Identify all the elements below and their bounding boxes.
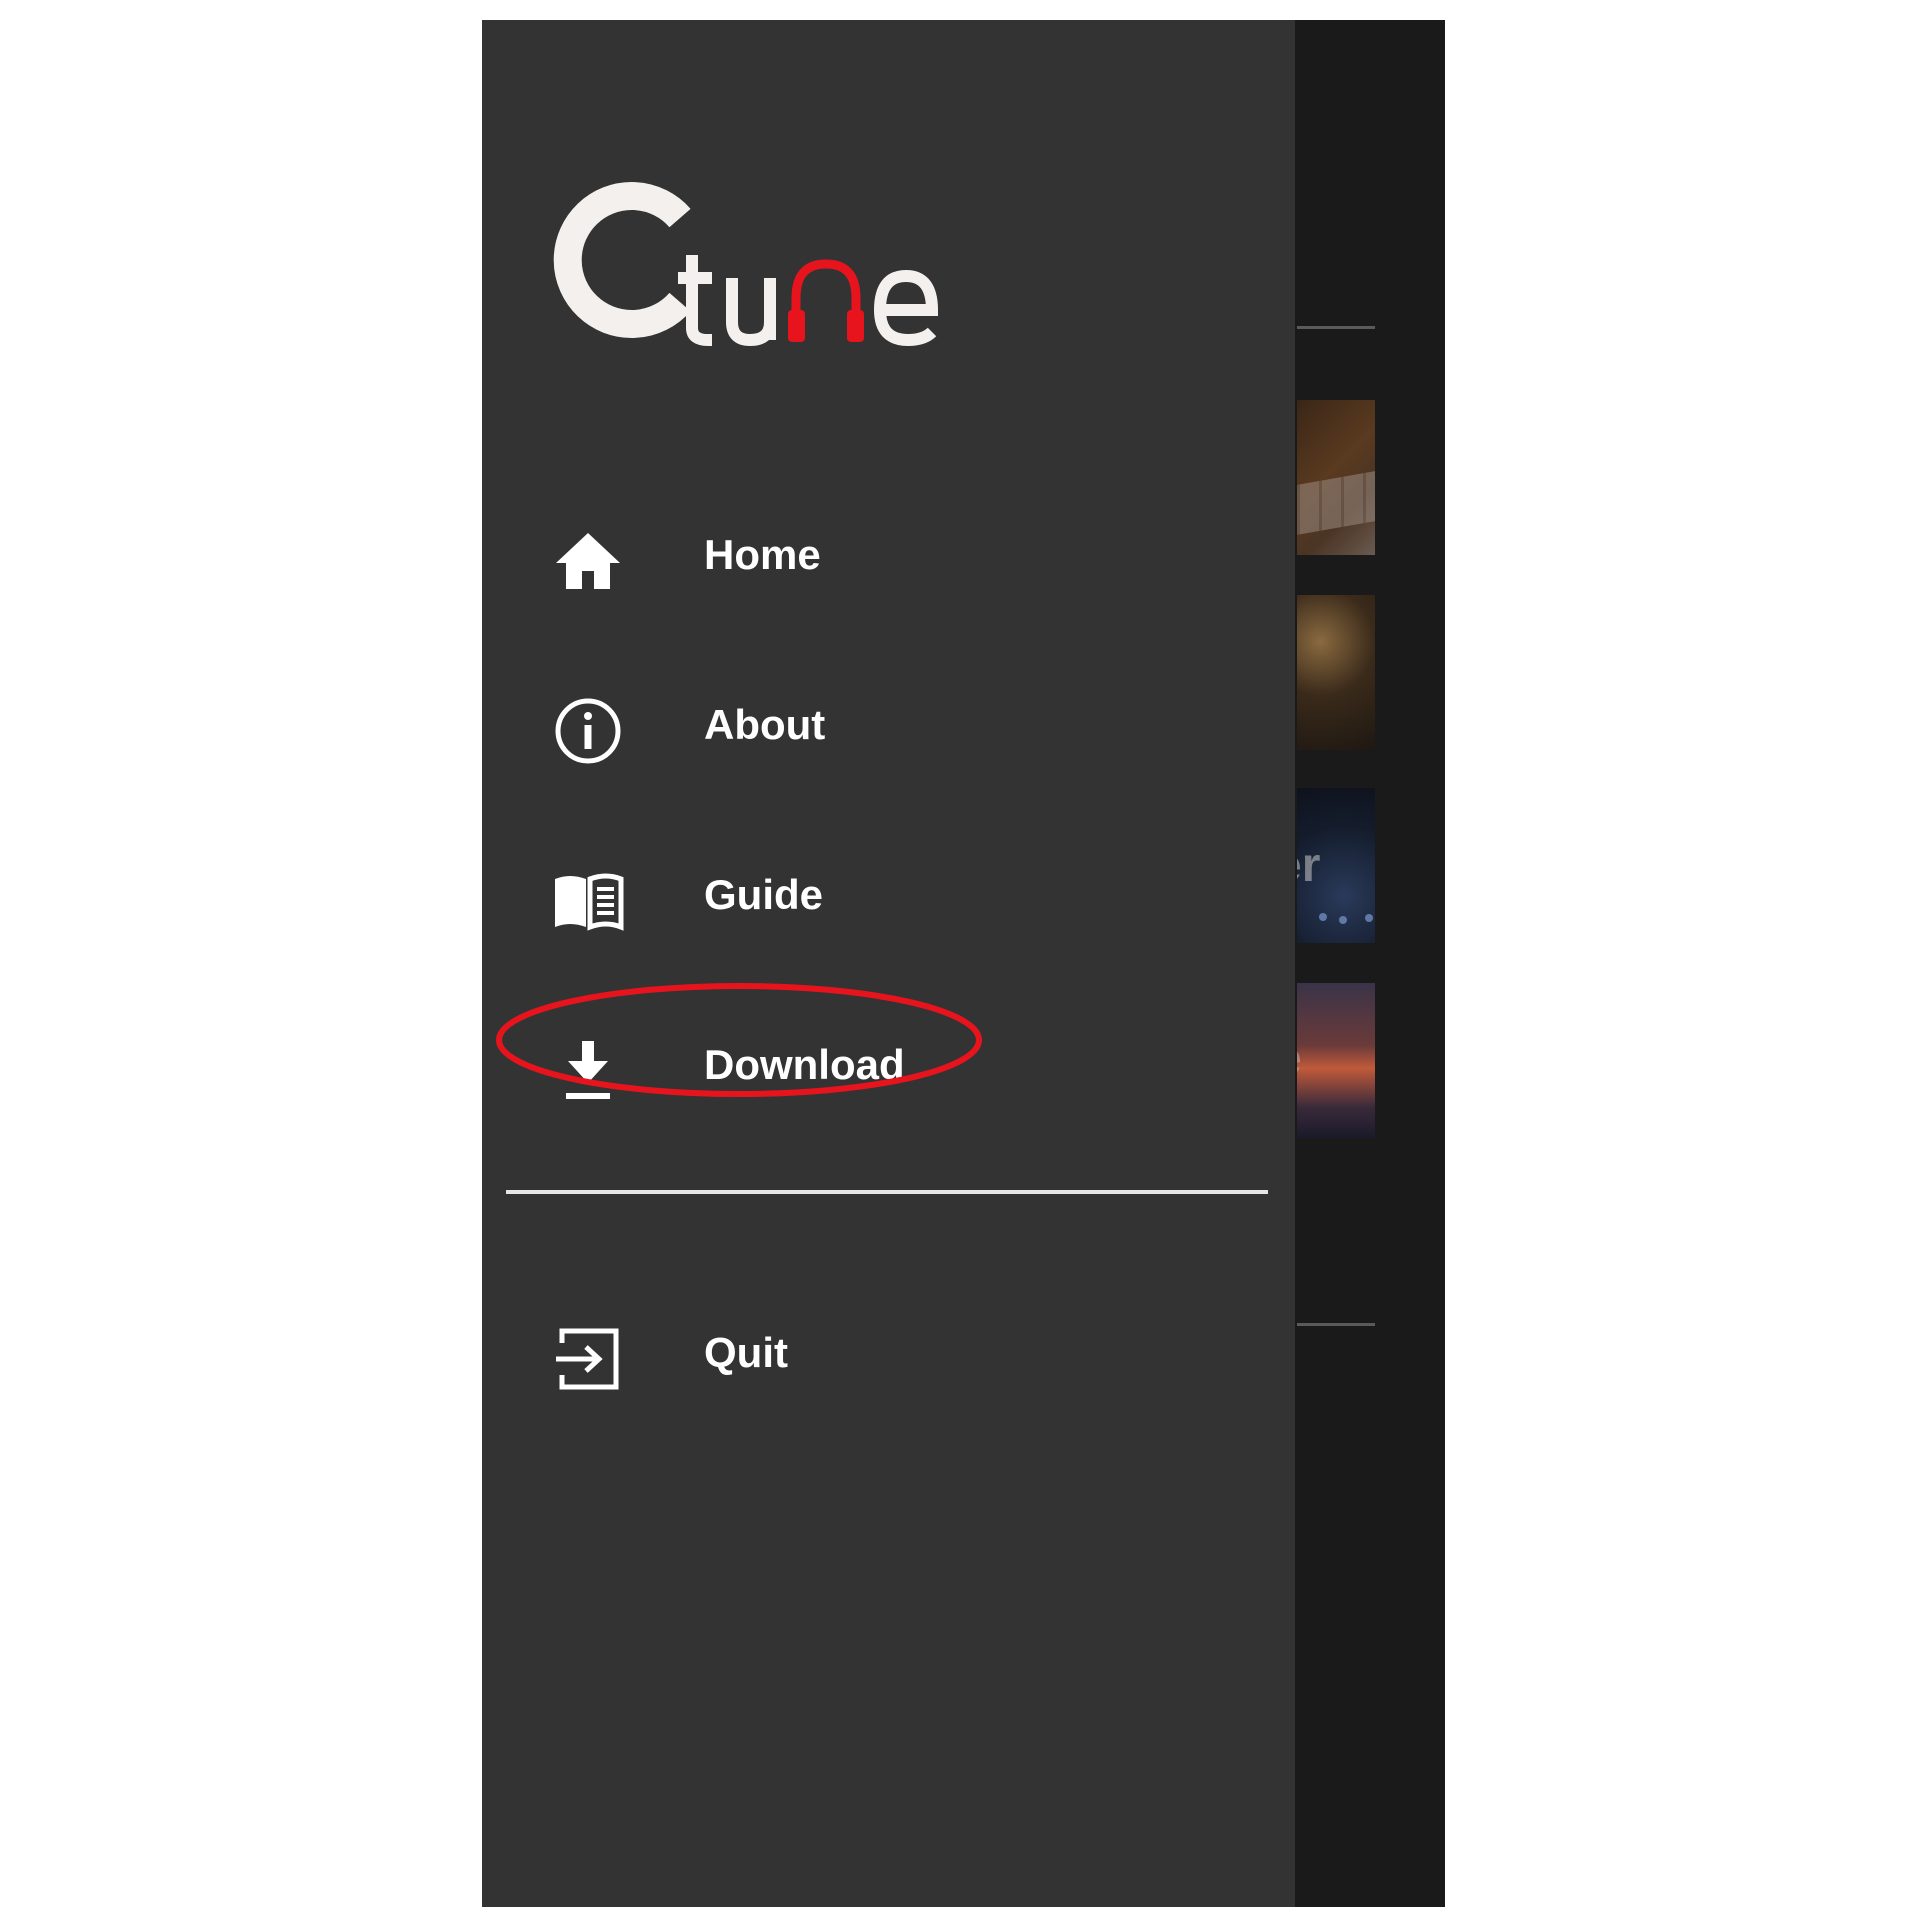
background-card[interactable]: er — [1297, 788, 1375, 943]
background-divider — [1297, 326, 1375, 329]
download-icon — [552, 1035, 624, 1107]
background-card-text: er — [1297, 839, 1321, 892]
background-card[interactable] — [1297, 400, 1375, 555]
home-icon — [552, 525, 624, 597]
background-card-text: e — [1297, 1031, 1302, 1086]
background-divider — [1297, 1323, 1375, 1326]
nav-item-quit[interactable]: Quit — [482, 1298, 1295, 1408]
nav-item-download[interactable]: Download — [482, 1010, 1295, 1120]
background-card[interactable]: e — [1297, 983, 1375, 1138]
phone-screen: er e — [482, 20, 1445, 1907]
drawer-divider — [506, 1190, 1268, 1194]
info-icon — [552, 695, 624, 767]
background-card[interactable] — [1297, 595, 1375, 750]
nav-item-about[interactable]: About — [482, 670, 1295, 780]
exit-icon — [552, 1323, 624, 1395]
app-logo — [542, 160, 962, 360]
navigation-drawer: Home About Guide Download Quit — [482, 20, 1295, 1907]
nav-item-label: Home — [704, 531, 821, 578]
nav-item-label: About — [704, 701, 826, 748]
book-icon — [552, 865, 624, 937]
nav-item-label: Download — [704, 1041, 905, 1088]
nav-item-guide[interactable]: Guide — [482, 840, 1295, 950]
nav-item-label: Guide — [704, 871, 824, 918]
nav-item-label: Quit — [704, 1329, 788, 1376]
nav-item-home[interactable]: Home — [482, 500, 1295, 610]
